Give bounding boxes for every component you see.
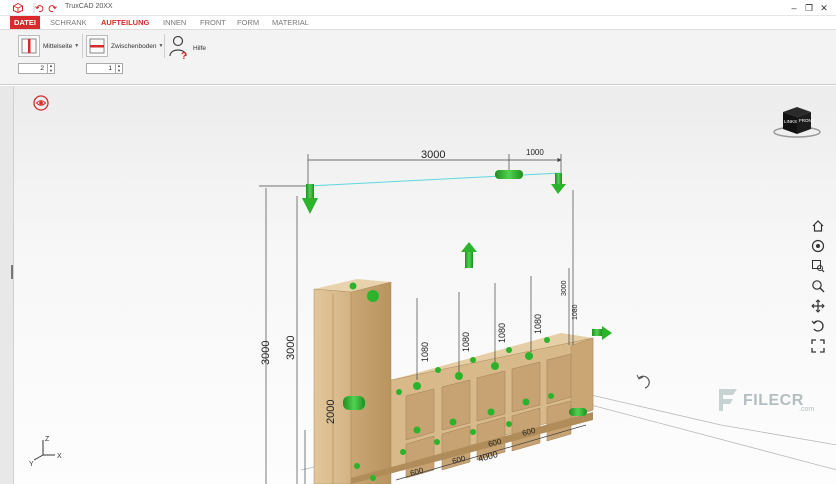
tab-schrank[interactable]: SCHRANK (50, 16, 87, 29)
pan-icon[interactable] (809, 296, 827, 316)
dim-low-4[interactable]: 1080 (533, 314, 543, 334)
center-panel-icon (18, 35, 40, 57)
dim-right-height[interactable]: 3000 (561, 280, 568, 296)
chevron-down-icon: ▼ (158, 43, 164, 49)
viewcube-front-label: FRONT (799, 118, 815, 123)
divider (82, 34, 83, 58)
depth-handle-top[interactable] (367, 290, 379, 302)
title-bar: TruxCAD 20XX – ❐ ✕ (0, 0, 836, 16)
tab-front[interactable]: FRONT (200, 16, 226, 29)
tab-form[interactable]: FORM (237, 16, 259, 29)
arrow-right-handle[interactable] (592, 326, 612, 340)
hilfe-button[interactable]: ? Hilfe (168, 34, 206, 62)
axis-y-label: Y (29, 461, 34, 468)
stepper-arrows-icon[interactable]: ▲ ▼ (47, 63, 54, 73)
view-cube[interactable]: LINKS FRONT (771, 104, 823, 142)
divider (164, 34, 165, 58)
dim-tall-column[interactable]: 2000 (325, 400, 337, 424)
zwischenboden-count-value: 1 (108, 65, 112, 72)
home-icon[interactable] (809, 216, 827, 236)
tab-innen[interactable]: INNEN (163, 16, 186, 29)
restore-button[interactable]: ❐ (801, 1, 817, 15)
tab-datei[interactable]: DATEI (10, 16, 40, 29)
dim-top-width[interactable]: 3000 (421, 149, 445, 161)
undo-icon[interactable] (33, 2, 45, 14)
mittelseite-count-value: 2 (40, 65, 44, 72)
mittelseite-count-stepper[interactable]: 2 ▲ ▼ (18, 63, 55, 74)
arrow-down-handle-left[interactable] (302, 184, 318, 214)
ribbon-panel: Mittelseite ▼ Zwischenboden ▼ ? Hilfe 2 … (0, 29, 836, 85)
navigation-toolbar (809, 216, 827, 356)
visibility-eye-icon[interactable] (33, 95, 49, 113)
chevron-down-icon: ▼ (74, 43, 80, 49)
dim-low-2[interactable]: 1080 (461, 332, 471, 352)
zoom-icon[interactable] (809, 276, 827, 296)
axis-triad: Z X Y (29, 436, 62, 468)
zwischenboden-count-stepper[interactable]: 1 ▲ ▼ (86, 63, 123, 74)
depth-handle-right[interactable] (569, 408, 587, 416)
tab-aufteilung[interactable]: AUFTEILUNG (101, 16, 149, 29)
redo-icon[interactable] (46, 2, 58, 14)
axis-z-label: Z (45, 436, 50, 443)
arrow-up-handle[interactable] (461, 242, 477, 268)
rotate-cursor-icon (636, 374, 650, 389)
dim-low-3[interactable]: 1080 (497, 323, 507, 343)
mittelseite-label: Mittelseite (43, 42, 73, 50)
minimize-button[interactable]: – (786, 1, 802, 15)
zwischenboden-label: Zwischenboden (111, 42, 157, 50)
ribbon-tabs: DATEI SCHRANK AUFTEILUNG INNEN FRONT FOR… (0, 16, 836, 29)
shelf-icon (86, 35, 108, 57)
left-panel-strip (0, 86, 13, 484)
dim-outer-height[interactable]: 3000 (260, 341, 272, 365)
hilfe-label: Hilfe (193, 44, 207, 52)
dim-top-right[interactable]: 1000 (526, 148, 544, 157)
close-button[interactable]: ✕ (816, 1, 832, 15)
watermark-sub: .com (799, 406, 815, 413)
view-icon[interactable] (809, 236, 827, 256)
cabinet-model[interactable] (313, 279, 594, 484)
rotate-icon[interactable] (809, 316, 827, 336)
watermark: FILECR .com (713, 385, 814, 417)
stepper-arrows-icon[interactable]: ▲ ▼ (115, 63, 122, 73)
arrow-down-handle-right[interactable] (551, 173, 566, 194)
watermark-brand: FILECR (743, 392, 804, 409)
dim-low-1[interactable]: 1080 (420, 342, 430, 362)
alignment-guide (307, 172, 562, 187)
cabinet-scene[interactable]: 3000 1000 3000 3000 2000 1080 1080 1080 … (14, 86, 836, 484)
dim-right-low[interactable]: 1080 (572, 304, 579, 320)
mittelseite-button[interactable]: Mittelseite ▼ (18, 35, 79, 57)
zwischenboden-button[interactable]: Zwischenboden ▼ (86, 35, 163, 57)
viewcube-left-label: LINKS (784, 119, 798, 124)
zoom-window-icon[interactable] (809, 256, 827, 276)
tab-material[interactable]: MATERIAL (272, 16, 309, 29)
svg-text:?: ? (181, 51, 187, 60)
dim-inner-height[interactable]: 3000 (285, 336, 297, 360)
help-user-icon: ? (168, 34, 190, 62)
fit-icon[interactable] (809, 336, 827, 356)
3d-viewport[interactable]: 3000 1000 3000 3000 2000 1080 1080 1080 … (13, 86, 836, 484)
depth-handle-tall-column[interactable] (343, 396, 365, 410)
axis-x-label: X (57, 453, 62, 460)
window-title: TruxCAD 20XX (65, 3, 113, 10)
watermark-logo-icon (713, 385, 743, 417)
app-logo-icon[interactable] (12, 2, 24, 14)
horizontal-handle[interactable] (495, 170, 523, 179)
